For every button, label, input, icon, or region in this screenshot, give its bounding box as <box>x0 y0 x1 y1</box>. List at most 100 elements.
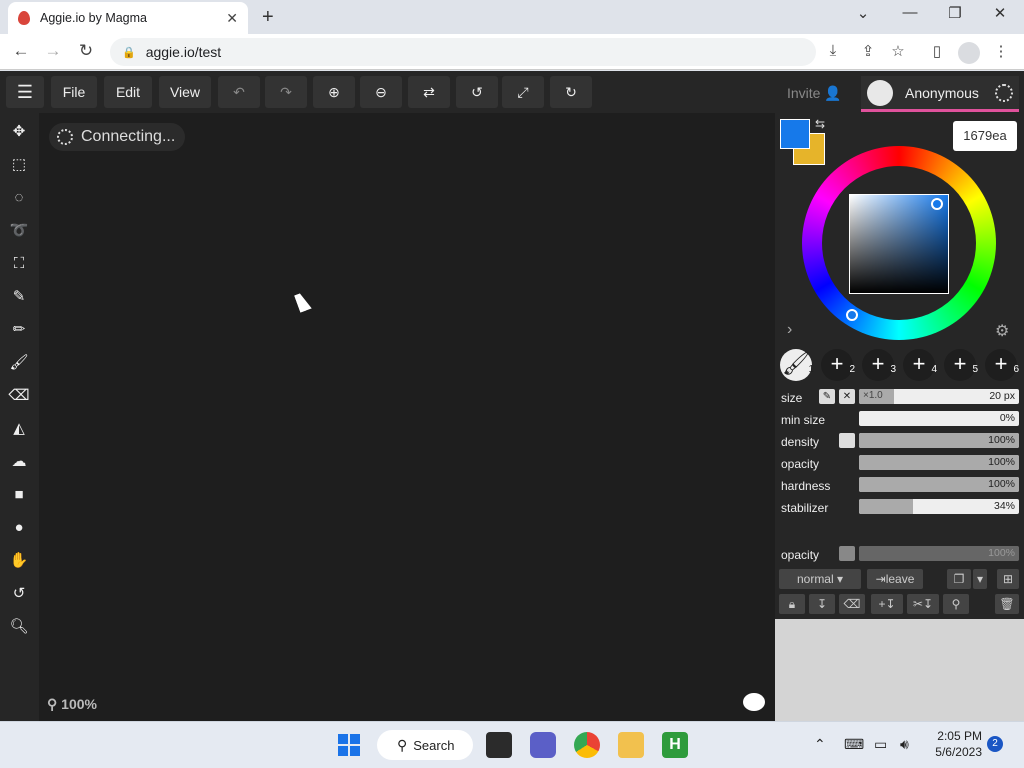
windows-start-icon[interactable] <box>338 734 360 756</box>
pencil-tool-icon[interactable]: ✏ <box>8 319 30 341</box>
edit-menu-button[interactable]: Edit <box>104 76 152 108</box>
browser-tab[interactable]: Aggie.io by Magma ✕ <box>8 2 248 34</box>
brush-tool-icon[interactable]: 🖌 <box>8 352 30 374</box>
clear-layer-icon[interactable]: ⌫ <box>839 594 865 614</box>
lasso-tool-icon[interactable]: ➰ <box>8 220 30 242</box>
taskbar-clock[interactable]: 2:05 PM 5/6/2023 <box>928 728 982 760</box>
rotate-view-tool-icon[interactable]: ↺ <box>8 583 30 605</box>
merge-down-icon[interactable]: ↧ <box>809 594 835 614</box>
add-merge-icon[interactable]: +↧ <box>871 594 903 614</box>
flip-icon[interactable]: ⇄ <box>408 76 450 108</box>
share-icon[interactable]: ⇪ <box>857 42 879 60</box>
chevron-right-icon[interactable]: › <box>787 321 792 339</box>
pen-pressure-icon[interactable]: ✎ <box>819 389 835 404</box>
cut-merge-icon[interactable]: ✂↧ <box>907 594 939 614</box>
size-slider[interactable]: ×1.0 20 px <box>859 389 1019 404</box>
side-panel-icon[interactable]: ▯ <box>926 42 948 60</box>
chat-icon[interactable] <box>743 693 765 711</box>
address-bar[interactable]: 🔒 aggie.io/test <box>110 38 816 66</box>
bookmark-star-icon[interactable]: ☆ <box>887 42 909 60</box>
browser-menu-icon[interactable]: ⋮ <box>990 42 1012 60</box>
taskbar-search[interactable]: ⚲ Search <box>377 730 473 760</box>
network-icon[interactable]: ▭ <box>874 736 887 753</box>
reload-icon[interactable]: ↻ <box>75 41 97 61</box>
close-tab-icon[interactable]: ✕ <box>226 10 238 27</box>
new-tab-icon[interactable]: + <box>262 6 274 29</box>
layer-opacity-slider[interactable]: 100% <box>859 546 1019 561</box>
fullscreen-icon[interactable]: ⤢ <box>502 76 544 108</box>
install-icon[interactable]: ⤓ <box>822 42 844 59</box>
profile-avatar[interactable] <box>958 42 980 64</box>
zoom-in-icon[interactable]: ⊕ <box>313 76 355 108</box>
zoom-tool-icon[interactable]: 🔍︎ <box>8 616 30 638</box>
blend-mode-select[interactable]: normal ▾ <box>779 569 861 589</box>
chrome-icon[interactable] <box>574 732 600 758</box>
min-size-slider[interactable]: 0% <box>859 411 1019 426</box>
back-icon[interactable]: ← <box>10 41 32 61</box>
rotate-right-icon[interactable]: ↻ <box>550 76 592 108</box>
file-explorer-icon[interactable] <box>618 732 644 758</box>
restore-icon[interactable]: ❐ <box>940 4 970 22</box>
search-icon[interactable]: ⚲ <box>943 594 969 614</box>
brush-slot-3[interactable]: +3 <box>862 349 896 381</box>
brush-slot-6[interactable]: +6 <box>985 349 1019 381</box>
leave-button[interactable]: ⇥leave <box>867 569 923 589</box>
minimize-icon[interactable]: — <box>895 4 925 21</box>
redo-icon[interactable]: ↷ <box>265 76 307 108</box>
rotate-left-icon[interactable]: ↺ <box>456 76 498 108</box>
brush-slot-5[interactable]: +5 <box>944 349 978 381</box>
rect-select-tool-icon[interactable]: ⬚ <box>8 154 30 176</box>
invite-button[interactable]: Invite 👤 <box>787 85 842 102</box>
duplicate-layer-icon[interactable]: ❐ <box>947 569 971 589</box>
move-tool-icon[interactable]: ✥ <box>8 121 30 143</box>
task-view-icon[interactable] <box>486 732 512 758</box>
brush-slot-2[interactable]: +2 <box>821 349 855 381</box>
notification-badge[interactable]: 2 <box>987 736 1003 752</box>
brush-slot-1[interactable]: 🖌 1 <box>780 349 814 381</box>
stabilizer-slider[interactable]: 34% <box>859 499 1019 514</box>
opacity-slider[interactable]: 100% <box>859 455 1019 470</box>
hardness-slider[interactable]: 100% <box>859 477 1019 492</box>
eraser-tool-icon[interactable]: ⌫ <box>8 385 30 407</box>
zoom-out-icon[interactable]: ⊖ <box>360 76 402 108</box>
trash-icon[interactable]: 🗑︎ <box>995 594 1019 614</box>
swap-colors-icon[interactable]: ⇆ <box>815 117 825 131</box>
drawing-canvas[interactable]: Connecting... ⚲ 100% <box>39 113 775 721</box>
hamburger-menu-icon[interactable]: ☰ <box>6 76 44 108</box>
brush-slot-4[interactable]: +4 <box>903 349 937 381</box>
tab-search-chevron-icon[interactable]: ⌄ <box>848 4 878 22</box>
gear-icon[interactable]: ⚙ <box>995 321 1009 341</box>
chevron-up-icon[interactable]: ⌃ <box>814 736 826 753</box>
file-menu-button[interactable]: File <box>51 76 97 108</box>
volume-icon[interactable]: 🔊︎ <box>900 736 909 753</box>
close-icon[interactable]: ✕ <box>839 389 855 404</box>
keyboard-icon[interactable]: ⌨ <box>844 736 864 753</box>
lock-icon[interactable]: 🔒︎ <box>779 594 805 614</box>
undo-icon[interactable]: ↶ <box>218 76 260 108</box>
zoom-indicator: ⚲ 100% <box>47 696 97 713</box>
layer-opacity-checkbox[interactable] <box>839 546 855 561</box>
smudge-tool-icon[interactable]: ☁ <box>8 451 30 473</box>
window-close-icon[interactable]: ✕ <box>985 4 1015 22</box>
eyedropper-tool-icon[interactable]: ✎ <box>8 286 30 308</box>
density-pressure-checkbox[interactable] <box>839 433 855 448</box>
h-app-icon[interactable]: H <box>662 732 688 758</box>
view-menu-button[interactable]: View <box>159 76 211 108</box>
add-layer-icon[interactable]: ⊞ <box>997 569 1019 589</box>
user-name: Anonymous <box>905 84 979 101</box>
color-hex-input[interactable]: 1679ea <box>953 121 1017 151</box>
transform-tool-icon[interactable]: ⛶ <box>8 253 30 275</box>
teams-chat-icon[interactable] <box>530 732 556 758</box>
circle-shape-icon[interactable]: ● <box>8 517 30 539</box>
ellipse-select-tool-icon[interactable]: ◌ <box>8 187 30 209</box>
density-slider[interactable]: 100% <box>859 433 1019 448</box>
primary-color-swatch[interactable] <box>780 119 810 149</box>
sv-picker-handle[interactable] <box>931 198 943 210</box>
forward-icon[interactable]: → <box>42 41 64 61</box>
rectangle-shape-icon[interactable]: ■ <box>8 484 30 506</box>
hand-tool-icon[interactable]: ✋ <box>8 550 30 572</box>
hue-picker-handle[interactable] <box>846 309 858 321</box>
user-badge[interactable]: Anonymous <box>861 76 1019 112</box>
fill-bucket-tool-icon[interactable]: ◭ <box>8 418 30 440</box>
dropdown-arrow-icon[interactable]: ▾ <box>973 569 987 589</box>
